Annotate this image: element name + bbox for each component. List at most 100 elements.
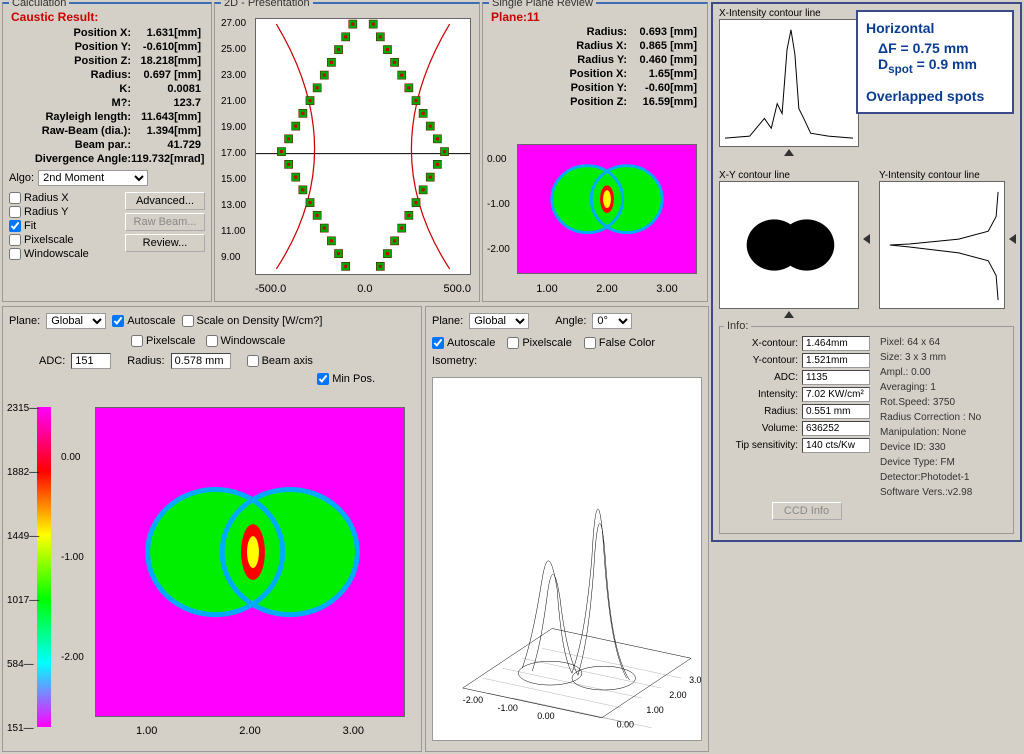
info-group: Info: X-contour:Y-contour:ADC:Intensity:… — [719, 326, 1014, 534]
info-value[interactable] — [802, 353, 870, 368]
calc-label: Position X: — [13, 27, 131, 39]
algo-label: Algo: — [9, 172, 34, 184]
sp-ytick: -2.00 — [487, 244, 510, 255]
algo-select[interactable]: 2nd Moment — [38, 170, 148, 186]
info-value[interactable] — [802, 438, 870, 453]
bl-radius-label: Radius: — [127, 355, 164, 367]
calc-label: M?: — [13, 97, 131, 109]
x-slider-icon[interactable] — [784, 149, 794, 156]
bl-radius-value[interactable] — [171, 353, 231, 369]
xy-contour-group: X-Y contour line — [719, 170, 859, 318]
chk-pixelscale[interactable]: Pixelscale — [9, 234, 125, 246]
p2d-xtick: 500.0 — [443, 283, 471, 295]
info-meta-line: Detector:Photodet-1 — [880, 470, 1013, 485]
isometry-plot: 0.001.00 2.003.00 -2.00-1.00 0.00 — [432, 377, 702, 741]
info-meta-line: Ampl.: 0.00 — [880, 365, 1013, 380]
bl-adc-value[interactable] — [71, 353, 111, 369]
info-label: Radius: — [724, 406, 798, 417]
info-value[interactable] — [802, 404, 870, 419]
advanced-button[interactable]: Advanced... — [125, 192, 205, 210]
iso-plane-select[interactable]: Global — [469, 313, 529, 329]
svg-text:-1.00: -1.00 — [498, 703, 518, 713]
sp-value: 1.65[mm] — [627, 68, 697, 80]
bottom-left-panel: Plane: Global Autoscale Scale on Density… — [2, 306, 422, 752]
bl-chk-pixelscale[interactable]: Pixelscale — [131, 335, 196, 347]
ccd-info-button[interactable]: CCD Info — [772, 502, 842, 520]
rawbeam-button[interactable]: Raw Beam... — [125, 213, 205, 231]
calc-label: K: — [13, 83, 131, 95]
sp-xtick: 2.00 — [596, 283, 617, 295]
info-meta-line: Averaging: 1 — [880, 380, 1013, 395]
calc-value: 1.394[mm] — [131, 125, 201, 137]
p2d-ytick: 11.00 — [221, 226, 245, 237]
p2d-xtick: 0.0 — [357, 283, 372, 295]
sp-value: 0.460 [mm] — [627, 54, 697, 66]
y-intensity-title: Y-Intensity contour line — [879, 170, 1009, 181]
colorbar — [37, 407, 51, 727]
p2d-ytick: 21.00 — [221, 96, 246, 107]
spot-svg — [518, 145, 696, 273]
cb-label: 584— — [7, 659, 34, 670]
p2d-ytick: 17.00 — [221, 148, 246, 159]
iso-angle-select[interactable]: 0° — [592, 313, 632, 329]
chk-windowscale[interactable]: Windowscale — [9, 248, 125, 260]
iso-chk-autoscale[interactable]: Autoscale — [432, 337, 495, 349]
svg-text:2.00: 2.00 — [669, 690, 686, 700]
bl-chk-windowscale[interactable]: Windowscale — [206, 335, 286, 347]
info-label: Intensity: — [724, 389, 798, 400]
info-meta-line: Manipulation: None — [880, 425, 1013, 440]
chk-radiusx[interactable]: Radius X — [9, 192, 125, 204]
bl-plane-select[interactable]: Global — [46, 313, 106, 329]
info-value[interactable] — [802, 387, 870, 402]
chk-fit[interactable]: Fit — [9, 220, 125, 232]
info-title: Info: — [724, 320, 751, 332]
iso-chk-pixelscale[interactable]: Pixelscale — [507, 337, 572, 349]
calc-value: 41.729 — [131, 139, 201, 151]
review-button[interactable]: Review... — [125, 234, 205, 252]
sp-ytick: 0.00 — [487, 154, 506, 165]
info-meta-line: Device Type: FM — [880, 455, 1013, 470]
calc-value: 1.631[mm] — [131, 27, 201, 39]
calc-value: 18.218[mm] — [131, 55, 201, 67]
sp-label: Position Z: — [493, 96, 627, 108]
bl-xtick: 3.00 — [343, 725, 364, 737]
p2d-ytick: 9.00 — [221, 252, 240, 263]
info-value[interactable] — [802, 336, 870, 351]
iso-angle-label: Angle: — [555, 315, 586, 327]
info-meta-line: Device ID: 330 — [880, 440, 1013, 455]
bl-plane-label: Plane: — [9, 315, 40, 327]
p2d-ytick: 13.00 — [221, 200, 246, 211]
info-value[interactable] — [802, 370, 870, 385]
bl-plot — [95, 407, 405, 717]
presentation2d-plot — [255, 18, 471, 275]
calc-value: 0.0081 — [131, 83, 201, 95]
bl-chk-min-pos[interactable]: Min Pos. — [317, 373, 375, 385]
y-vslider-icon[interactable] — [1009, 234, 1016, 244]
bl-chk-beam-axis[interactable]: Beam axis — [247, 355, 313, 367]
calc-value: -0.610[mm] — [131, 41, 201, 53]
bl-adc-label: ADC: — [39, 355, 65, 367]
calc-label: Divergence Angle: — [13, 153, 131, 165]
single-plane-plot — [517, 144, 697, 274]
info-value[interactable] — [802, 421, 870, 436]
info-meta-line: Rot.Speed: 3750 — [880, 395, 1013, 410]
xy-hslider-icon[interactable] — [784, 311, 794, 318]
x-intensity-group: X-Intensity contour line — [719, 8, 859, 156]
annotation-line3: Dspot = 0.9 mm — [878, 56, 1004, 76]
sp-label: Position Y: — [493, 82, 627, 94]
calc-label: Raw-Beam (dia.): — [13, 125, 131, 137]
sp-ytick: -1.00 — [487, 199, 510, 210]
bl-chk-autoscale[interactable]: Autoscale — [112, 315, 175, 327]
info-meta-line: Radius Correction : No — [880, 410, 1013, 425]
info-meta-line: Software Vers.:v2.98 — [880, 485, 1013, 500]
xy-vslider-icon[interactable] — [863, 234, 870, 244]
single-plane-title: Single Plane Review — [489, 0, 596, 9]
sp-xtick: 3.00 — [656, 283, 677, 295]
iso-chk-false-color[interactable]: False Color — [584, 337, 655, 349]
chk-radiusy[interactable]: Radius Y — [9, 206, 125, 218]
info-label: ADC: — [724, 372, 798, 383]
svg-text:3.00: 3.00 — [689, 675, 701, 685]
bl-chk-scale-density[interactable]: Scale on Density [W/cm?] — [182, 315, 323, 327]
sp-value: -0.60[mm] — [627, 82, 697, 94]
presentation2d-panel: 2D - Presentation -500.00.0500.0 27.0025… — [214, 2, 480, 302]
